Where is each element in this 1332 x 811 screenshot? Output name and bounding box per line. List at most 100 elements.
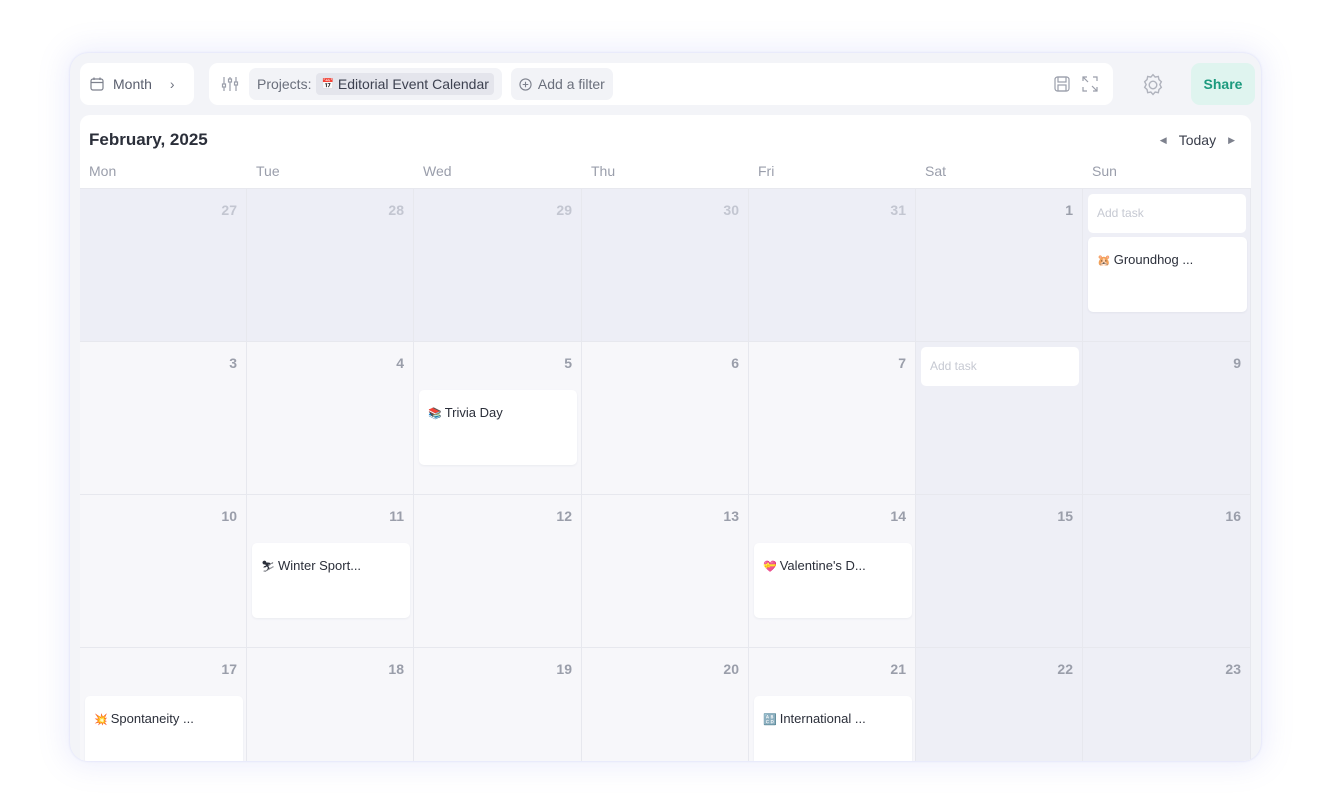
weekday-label: Sat — [925, 163, 947, 179]
day-number: 10 — [221, 508, 237, 524]
projects-label: Projects: — [257, 76, 312, 92]
day-number: 13 — [723, 508, 739, 524]
day-cell[interactable]: 4 — [247, 342, 414, 495]
day-cell[interactable]: 30 — [582, 189, 749, 342]
day-cell[interactable]: 16 — [1083, 495, 1251, 648]
chevron-right-icon: › — [169, 76, 175, 92]
collision-emoji-icon: 💥 — [94, 714, 108, 726]
day-cell[interactable]: 13 — [582, 495, 749, 648]
task-title: Trivia Day — [444, 405, 503, 420]
task-card[interactable]: ⛷ Winter Sport... — [252, 543, 410, 618]
day-number: 31 — [890, 202, 906, 218]
day-cell[interactable]: 27 — [80, 189, 247, 342]
toolbar: Month › Projects: 📅 Editorial Event Cale… — [70, 53, 1261, 115]
day-number: 30 — [723, 202, 739, 218]
day-number: 4 — [396, 355, 404, 371]
task-card[interactable]: 💥 Spontaneity ... — [85, 696, 243, 761]
day-number: 3 — [229, 355, 237, 371]
day-cell[interactable]: 19 — [414, 648, 582, 761]
day-cell[interactable]: 31 — [749, 189, 916, 342]
day-cell[interactable]: 22 — [916, 648, 1083, 761]
day-number: 21 — [890, 661, 906, 677]
filter-bar: Projects: 📅 Editorial Event Calendar Add… — [209, 63, 1113, 105]
hamster-emoji-icon: 🐹 — [1097, 255, 1111, 267]
day-cell[interactable]: 3 — [80, 342, 247, 495]
weekday-label: Sun — [1092, 163, 1117, 179]
day-cell[interactable]: 15 — [916, 495, 1083, 648]
day-cell[interactable]: 10 — [80, 495, 247, 648]
task-title: Spontaneity ... — [110, 711, 194, 726]
view-switch-button[interactable]: Month › — [80, 63, 194, 105]
filter-actions — [1053, 75, 1113, 93]
projects-filter-chip[interactable]: Projects: 📅 Editorial Event Calendar — [249, 68, 502, 100]
weekday-label: Wed — [423, 163, 452, 179]
day-number: 19 — [556, 661, 572, 677]
calendar-frame: Month › Projects: 📅 Editorial Event Cale… — [70, 53, 1261, 761]
task-title: Winter Sport... — [277, 558, 362, 573]
month-title: February, 2025 — [89, 130, 208, 149]
weekday-header: Mon Tue Wed Thu Fri Sat Sun — [80, 163, 1251, 189]
day-number: 22 — [1057, 661, 1073, 677]
view-label: Month — [113, 76, 152, 92]
day-cell[interactable]: 28 — [247, 189, 414, 342]
books-emoji-icon: 📚 — [428, 408, 442, 420]
day-number: 16 — [1225, 508, 1241, 524]
task-card[interactable]: 🐹 Groundhog ... — [1088, 237, 1247, 312]
next-month-icon[interactable]: ▶ — [1228, 135, 1235, 146]
day-number: 11 — [389, 508, 404, 524]
day-cell[interactable]: 9 — [1083, 342, 1251, 495]
weekday-label: Mon — [89, 163, 117, 179]
weekday-label: Tue — [256, 163, 280, 179]
day-number: 29 — [556, 202, 572, 218]
day-number: 5 — [564, 355, 572, 371]
add-task-input[interactable]: Add task — [1088, 194, 1246, 233]
day-cell[interactable]: 29 — [414, 189, 582, 342]
calendar-emoji-icon: 📅 — [321, 78, 334, 90]
sliders-icon[interactable] — [221, 75, 239, 93]
project-name: Editorial Event Calendar — [337, 76, 489, 92]
heart-gift-emoji-icon: 💝 — [763, 561, 777, 573]
day-cell[interactable]: 1 — [916, 189, 1083, 342]
save-icon[interactable] — [1053, 75, 1071, 93]
calendar-icon — [90, 77, 104, 91]
add-filter-button[interactable]: Add a filter — [510, 68, 613, 100]
day-number: 28 — [388, 202, 404, 218]
skier-emoji-icon: ⛷ — [261, 561, 275, 573]
day-number: 15 — [1057, 508, 1073, 524]
day-number: 23 — [1225, 661, 1241, 677]
day-number: 1 — [1065, 202, 1073, 218]
today-button[interactable]: Today — [1179, 132, 1216, 148]
day-cell[interactable]: 7 — [749, 342, 916, 495]
day-cell[interactable]: 23 — [1083, 648, 1251, 761]
add-task-input[interactable]: Add task — [921, 347, 1079, 386]
month-navigation: ◀ Today ▶ — [1160, 132, 1235, 148]
weekday-label: Thu — [591, 163, 616, 179]
day-number: 14 — [890, 508, 906, 524]
day-number: 27 — [221, 202, 237, 218]
share-button[interactable]: Share — [1191, 63, 1255, 105]
add-filter-label: Add a filter — [537, 76, 605, 92]
day-cell[interactable]: 18 — [247, 648, 414, 761]
project-pill[interactable]: 📅 Editorial Event Calendar — [316, 73, 494, 95]
month-grid: 27 28 29 30 31 1 3 4 5 6 7 9 10 11 12 13… — [80, 188, 1251, 761]
day-number: 18 — [388, 661, 404, 677]
expand-icon[interactable] — [1081, 75, 1099, 93]
day-number: 7 — [898, 355, 906, 371]
day-number: 17 — [221, 661, 237, 677]
day-number: 9 — [1233, 355, 1241, 371]
day-cell[interactable]: 6 — [582, 342, 749, 495]
day-cell[interactable]: 20 — [582, 648, 749, 761]
task-card[interactable]: 💝 Valentine's D... — [754, 543, 912, 618]
previous-month-icon[interactable]: ◀ — [1160, 135, 1167, 146]
day-number: 6 — [731, 355, 739, 371]
day-cell[interactable]: 12 — [414, 495, 582, 648]
calendar-panel: February, 2025 ◀ Today ▶ Mon Tue Wed Thu… — [80, 115, 1251, 761]
letters-emoji-icon: 🔠 — [763, 714, 777, 726]
task-card[interactable]: 🔠 International ... — [754, 696, 912, 761]
gear-icon[interactable] — [1140, 72, 1166, 98]
plus-circle-icon — [519, 77, 532, 91]
day-number: 12 — [556, 508, 572, 524]
task-title: International ... — [779, 711, 866, 726]
task-card[interactable]: 📚 Trivia Day — [419, 390, 577, 465]
task-title: Valentine's D... — [779, 558, 866, 573]
